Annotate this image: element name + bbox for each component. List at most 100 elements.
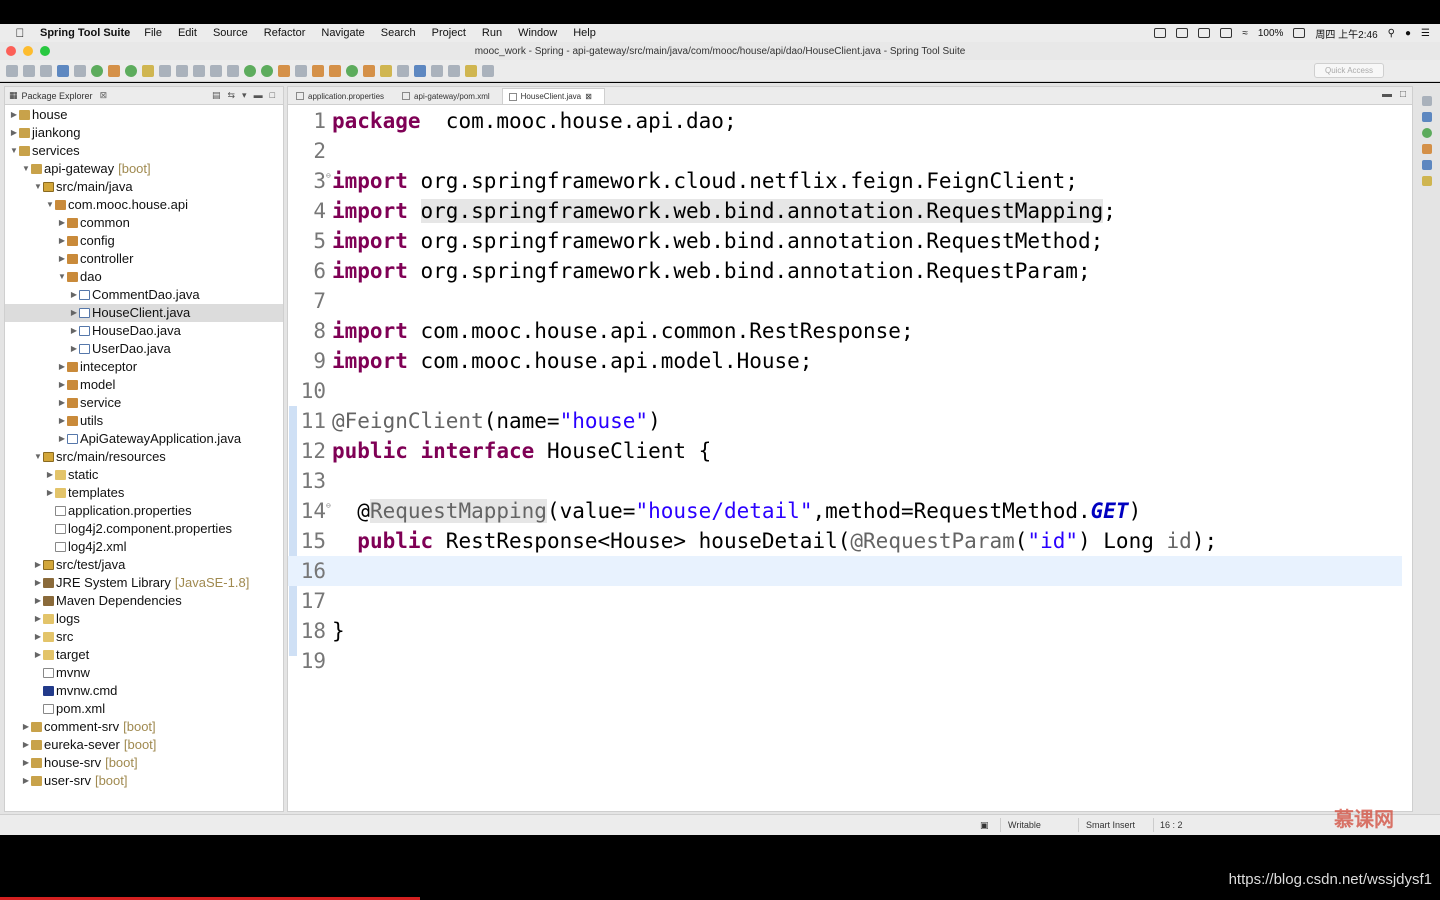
tree-twisty-icon[interactable]: ▶: [21, 772, 31, 790]
new-icon[interactable]: [6, 64, 18, 77]
tree-item[interactable]: ▼ src/main/java: [5, 178, 283, 196]
tree-item[interactable]: ▶ house-srv [boot]: [5, 754, 283, 772]
tree-twisty-icon[interactable]: ▼: [9, 142, 19, 160]
code-line[interactable]: 5 import org.springframework.web.bind.ann…: [288, 226, 1412, 256]
tree-item[interactable]: ▶ jiankong: [5, 124, 283, 142]
apple-icon[interactable]: : [0, 26, 40, 40]
siri-icon[interactable]: ●: [1405, 28, 1411, 39]
menu-project[interactable]: Project: [432, 27, 466, 39]
javadoc-icon[interactable]: [1422, 160, 1432, 170]
tree-item[interactable]: ▶ src: [5, 628, 283, 646]
tree-item[interactable]: ▶ utils: [5, 412, 283, 430]
relaunch-icon[interactable]: [108, 64, 120, 77]
tree-item[interactable]: ▼ dao: [5, 268, 283, 286]
tree-item[interactable]: log4j2.component.properties: [5, 520, 283, 538]
tree-twisty-icon[interactable]: ▶: [57, 394, 67, 412]
minimize-view-icon[interactable]: ▬: [254, 90, 263, 101]
code-line[interactable]: 7: [288, 286, 1412, 316]
tree-twisty-icon[interactable]: ▶: [33, 610, 43, 628]
search-icon[interactable]: ⚲: [1388, 28, 1395, 39]
tree-twisty-icon[interactable]: ▶: [57, 430, 67, 448]
tree-twisty-icon[interactable]: ▶: [9, 124, 19, 142]
code-line[interactable]: 19: [288, 646, 1412, 676]
open-type-icon[interactable]: [363, 64, 375, 77]
tree-item[interactable]: ▶ templates: [5, 484, 283, 502]
tree-item[interactable]: ▶ Maven Dependencies: [5, 592, 283, 610]
stop-icon[interactable]: [125, 64, 137, 77]
tree-item[interactable]: ▶ target: [5, 646, 283, 664]
code-line[interactable]: 14⊖ @RequestMapping(value="house/detail"…: [288, 496, 1412, 526]
tree-twisty-icon[interactable]: ▶: [21, 736, 31, 754]
app-menu[interactable]: Spring Tool Suite: [40, 27, 130, 39]
tree-twisty-icon[interactable]: ▶: [69, 322, 79, 340]
tree-item[interactable]: ▶ static: [5, 466, 283, 484]
menu-search[interactable]: Search: [381, 27, 416, 39]
tree-item[interactable]: mvnw.cmd: [5, 682, 283, 700]
whitespace-icon[interactable]: [193, 64, 205, 77]
tree-twisty-icon[interactable]: ▶: [57, 358, 67, 376]
view-menu-icon[interactable]: ▾: [242, 90, 247, 101]
tree-twisty-icon[interactable]: ▼: [57, 268, 67, 286]
forward-icon[interactable]: [482, 64, 494, 77]
tray-app-icon[interactable]: [1176, 28, 1189, 38]
menu-navigate[interactable]: Navigate: [321, 27, 364, 39]
tree-twisty-icon[interactable]: ▼: [33, 178, 43, 196]
tree-item[interactable]: ▶ user-srv [boot]: [5, 772, 283, 790]
run-icon[interactable]: [244, 64, 256, 77]
quick-access-field[interactable]: Quick Access: [1314, 63, 1384, 78]
tree-item[interactable]: pom.xml: [5, 700, 283, 718]
close-view-icon[interactable]: ⊠: [100, 90, 108, 101]
code-line[interactable]: 11 @FeignClient(name="house"): [288, 406, 1412, 436]
code-area[interactable]: 1 package com.mooc.house.api.dao; 2 3⊖impor…: [288, 106, 1412, 676]
new-package-icon[interactable]: [329, 64, 341, 77]
screen-record-icon[interactable]: [1154, 28, 1167, 38]
tree-item[interactable]: ▶ logs: [5, 610, 283, 628]
open-task-icon[interactable]: [380, 64, 392, 77]
tree-twisty-icon[interactable]: ▶: [33, 556, 43, 574]
mark-occurrences-icon[interactable]: [159, 64, 171, 77]
tree-item[interactable]: ▶ comment-srv [boot]: [5, 718, 283, 736]
code-line[interactable]: 4 import org.springframework.web.bind.ann…: [288, 196, 1412, 226]
tree-twisty-icon[interactable]: ▶: [21, 754, 31, 772]
tree-item[interactable]: ▶ service: [5, 394, 283, 412]
tree-twisty-icon[interactable]: ▶: [33, 574, 43, 592]
tree-item[interactable]: ▶ inteceptor: [5, 358, 283, 376]
tree-item[interactable]: ▶ config: [5, 232, 283, 250]
link-editor-icon[interactable]: ⇆: [227, 90, 235, 101]
tree-twisty-icon[interactable]: ▼: [45, 196, 55, 214]
tree-item[interactable]: ▶ eureka-sever [boot]: [5, 736, 283, 754]
code-line[interactable]: 3⊖import org.springframework.cloud.netfl…: [288, 166, 1412, 196]
menu-refactor[interactable]: Refactor: [264, 27, 306, 39]
code-line[interactable]: 17: [288, 586, 1412, 616]
new-class-icon[interactable]: [346, 64, 358, 77]
wifi-icon[interactable]: ≈: [1242, 28, 1248, 39]
tree-item[interactable]: ▶ house: [5, 106, 283, 124]
cursor-position[interactable]: 16 : 2: [1160, 820, 1183, 830]
collapse-all-icon[interactable]: ▤: [212, 90, 221, 101]
code-line[interactable]: 16: [288, 556, 1402, 586]
menu-source[interactable]: Source: [213, 27, 248, 39]
external-tools-icon[interactable]: [278, 64, 290, 77]
block-selection-icon[interactable]: [176, 64, 188, 77]
tree-twisty-icon[interactable]: ▶: [33, 646, 43, 664]
tree-twisty-icon[interactable]: ▶: [57, 376, 67, 394]
tree-twisty-icon[interactable]: ▶: [57, 214, 67, 232]
restore-icon[interactable]: [1422, 96, 1432, 106]
tree-item[interactable]: ▼ api-gateway [boot]: [5, 160, 283, 178]
save-icon[interactable]: [23, 64, 35, 77]
web-browser-icon[interactable]: [414, 64, 426, 77]
tree-item[interactable]: ▶ HouseDao.java: [5, 322, 283, 340]
close-tab-icon[interactable]: ⊠: [585, 89, 592, 104]
menu-edit[interactable]: Edit: [178, 27, 197, 39]
code-line[interactable]: 10: [288, 376, 1412, 406]
tree-item[interactable]: ▶ UserDao.java: [5, 340, 283, 358]
tree-item[interactable]: ▼ com.mooc.house.api: [5, 196, 283, 214]
tree-item[interactable]: ▶ controller: [5, 250, 283, 268]
search-toolbar-icon[interactable]: [397, 64, 409, 77]
tree-item[interactable]: ▶ JRE System Library [JavaSE-1.8]: [5, 574, 283, 592]
tree-twisty-icon[interactable]: ▶: [69, 304, 79, 322]
next-annotation-icon[interactable]: [431, 64, 443, 77]
run-last-icon[interactable]: [261, 64, 273, 77]
clock[interactable]: 周四 上午2:46: [1315, 26, 1377, 41]
spring-boot-icon[interactable]: [91, 64, 103, 77]
